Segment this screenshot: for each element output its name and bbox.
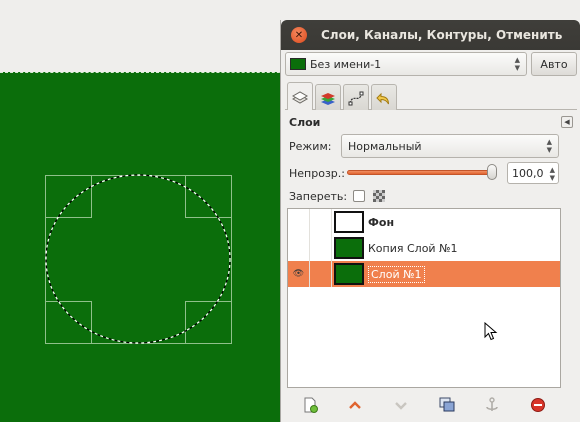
layers-panel: Слои ◀ [285, 112, 577, 132]
layer-thumbnail [334, 263, 364, 285]
tab-undo[interactable] [371, 84, 397, 110]
mode-label: Режим: [289, 139, 332, 153]
anchor-layer-button[interactable] [482, 395, 502, 415]
chain-toggle[interactable] [310, 235, 332, 261]
image-select-value: Без имени-1 [310, 57, 382, 71]
lower-layer-button[interactable] [391, 395, 411, 415]
opacity-input[interactable]: 100,0 ▲ ▼ [507, 162, 559, 184]
tab-channels[interactable] [315, 84, 341, 110]
lock-alpha-icon[interactable] [373, 190, 386, 202]
panel-menu-icon[interactable]: ◀ [561, 116, 573, 128]
auto-button[interactable]: Авто [531, 52, 577, 76]
undo-icon [376, 92, 389, 104]
layer-row-selected[interactable]: 👁 Слой №1 [288, 261, 560, 287]
chain-toggle[interactable] [310, 261, 332, 287]
eye-toggle[interactable] [288, 235, 310, 261]
chevron-updown-icon: ▲ ▼ [546, 138, 552, 154]
opacity-row: Непрозр.: 100,0 ▲ ▼ [285, 162, 577, 184]
panel-title: Слои [289, 115, 321, 129]
delete-layer-icon [531, 398, 546, 412]
close-icon[interactable]: ✕ [291, 27, 307, 43]
lock-row: Запереть: [285, 188, 386, 204]
mode-value: Нормальный [348, 139, 422, 153]
eye-icon[interactable]: 👁 [288, 261, 310, 287]
panel-header: Слои ◀ [285, 112, 577, 132]
channels-icon [321, 92, 335, 105]
selection-overlay [45, 174, 232, 344]
layer-row[interactable]: Фон [288, 209, 560, 235]
mouse-cursor-icon [484, 322, 498, 341]
tab-paths[interactable] [343, 84, 369, 110]
layer-actions-bar [287, 392, 561, 418]
new-layer-icon [304, 397, 318, 413]
window-titlebar[interactable]: ✕ Слои, Каналы, Контуры, Отменить [281, 20, 580, 50]
opacity-slider-handle[interactable] [487, 164, 497, 180]
image-canvas[interactable] [0, 72, 300, 422]
delete-layer-button[interactable] [528, 395, 548, 415]
chevron-updown-icon: ▲ ▼ [549, 166, 555, 182]
lock-label: Запереть: [289, 189, 348, 203]
opacity-label: Непрозр.: [289, 166, 345, 180]
anchor-layer-icon [486, 397, 499, 411]
raise-layer-button[interactable] [345, 395, 365, 415]
layers-icon [291, 90, 309, 104]
image-thumbnail [290, 58, 306, 70]
layers-dock-window: ✕ Слои, Каналы, Контуры, Отменить Без им… [280, 20, 580, 422]
duplicate-layer-icon [439, 397, 455, 412]
layer-thumbnail [334, 237, 364, 259]
duplicate-layer-button[interactable] [437, 395, 457, 415]
chain-toggle[interactable] [310, 209, 332, 235]
dock-tabs [285, 82, 577, 110]
opacity-slider[interactable] [347, 170, 493, 175]
layer-thumbnail [334, 211, 364, 233]
raise-layer-icon [349, 401, 362, 409]
tab-layers[interactable] [287, 82, 313, 110]
layer-row[interactable]: Копия Слой №1 [288, 235, 560, 261]
layer-name: Копия Слой №1 [368, 241, 458, 255]
mode-select[interactable]: Нормальный ▲ ▼ [341, 134, 559, 158]
lock-pixels-checkbox[interactable] [353, 190, 366, 202]
opacity-value: 100,0 [512, 166, 544, 180]
eye-toggle[interactable] [288, 209, 310, 235]
layer-name-edit[interactable]: Слой №1 [368, 265, 425, 283]
layers-list: Фон Копия Слой №1 👁 Слой №1 [287, 208, 561, 388]
layer-name: Фон [368, 215, 395, 229]
image-select[interactable]: Без имени-1 ▲ ▼ [285, 52, 527, 76]
lower-layer-icon [395, 402, 407, 410]
paths-icon [348, 91, 364, 105]
chevron-updown-icon: ▲ ▼ [514, 56, 520, 72]
new-layer-button[interactable] [300, 395, 320, 415]
image-selector-row: Без имени-1 ▲ ▼ Авто [285, 52, 577, 76]
window-title: Слои, Каналы, Контуры, Отменить [321, 28, 563, 42]
mode-row: Режим: Нормальный ▲ ▼ [285, 134, 577, 158]
